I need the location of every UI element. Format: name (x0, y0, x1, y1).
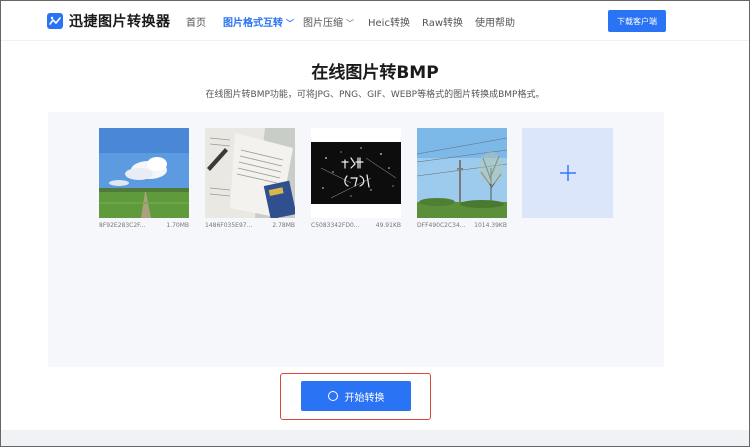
nav-heic-label: Heic转换 (368, 18, 410, 29)
nav-help[interactable]: 使用帮助 (475, 14, 515, 29)
chevron-down-icon: ﹀ (286, 19, 294, 28)
file-card[interactable]: 1486F035E97... 2.78MB (205, 128, 295, 229)
nav-raw-label: Raw转换 (422, 18, 464, 29)
nav-format-convert[interactable]: 图片格式互转 ﹀ (223, 14, 294, 29)
file-thumbnail (99, 128, 189, 218)
page-title: 在线图片转BMP (311, 63, 439, 83)
file-card[interactable]: DFF490C2C34... 1014.39KB (417, 128, 507, 229)
file-card[interactable]: 8F92E283C2F... 1.70MB (99, 128, 189, 229)
chevron-down-icon: ﹀ (346, 19, 354, 28)
file-thumbnail (205, 128, 295, 218)
file-meta: 1486F035E97... 2.78MB (205, 222, 295, 229)
file-name: 1486F035E97... (205, 222, 253, 229)
file-size: 49.91KB (375, 222, 401, 229)
nav-raw[interactable]: Raw转换 (422, 14, 463, 29)
nav-format-convert-label: 图片格式互转 (223, 18, 283, 29)
upload-workspace[interactable]: 8F92E283C2F... 1.70MB 1486F035E97... 2.7… (48, 112, 664, 367)
plus-icon (559, 165, 576, 181)
file-card[interactable]: C5083342FD0... 49.91KB (311, 128, 401, 229)
start-convert-label: 开始转换 (344, 392, 385, 404)
circle-icon (327, 391, 338, 401)
nav-home[interactable]: 首页 (186, 14, 206, 29)
top-header: 迅捷图片转换器 首页 图片格式互转 ﹀ 图片压缩 ﹀ Heic转换 Raw转换 使用… (1, 1, 749, 41)
file-size: 1.70MB (166, 222, 189, 229)
file-meta: DFF490C2C34... 1014.39KB (417, 222, 507, 229)
page-subtitle: 在线图片转BMP功能，可将JPG、PNG、GIF、WEBP等格式的图片转换成BM… (205, 90, 545, 100)
start-convert-button[interactable]: 开始转换 (301, 381, 411, 411)
file-size: 2.78MB (272, 222, 295, 229)
nav-compress-label: 图片压缩 (303, 18, 343, 29)
file-size: 1014.39KB (474, 222, 507, 229)
nav-compress[interactable]: 图片压缩 ﹀ (303, 14, 354, 29)
download-client-button[interactable]: 下载客户端 (608, 10, 666, 32)
file-name: 8F92E283C2F... (99, 222, 146, 229)
nav-help-label: 使用帮助 (475, 18, 515, 29)
file-name: DFF490C2C34... (417, 222, 466, 229)
nav-heic[interactable]: Heic转换 (368, 14, 410, 29)
file-meta: 8F92E283C2F... 1.70MB (99, 222, 189, 229)
add-file-button[interactable] (522, 128, 613, 218)
footer-strip (1, 430, 749, 446)
file-thumbnail (311, 128, 401, 218)
file-meta: C5083342FD0... 49.91KB (311, 222, 401, 229)
nav-home-label: 首页 (186, 18, 206, 29)
file-thumbnail (417, 128, 507, 218)
file-name: C5083342FD0... (311, 222, 360, 229)
